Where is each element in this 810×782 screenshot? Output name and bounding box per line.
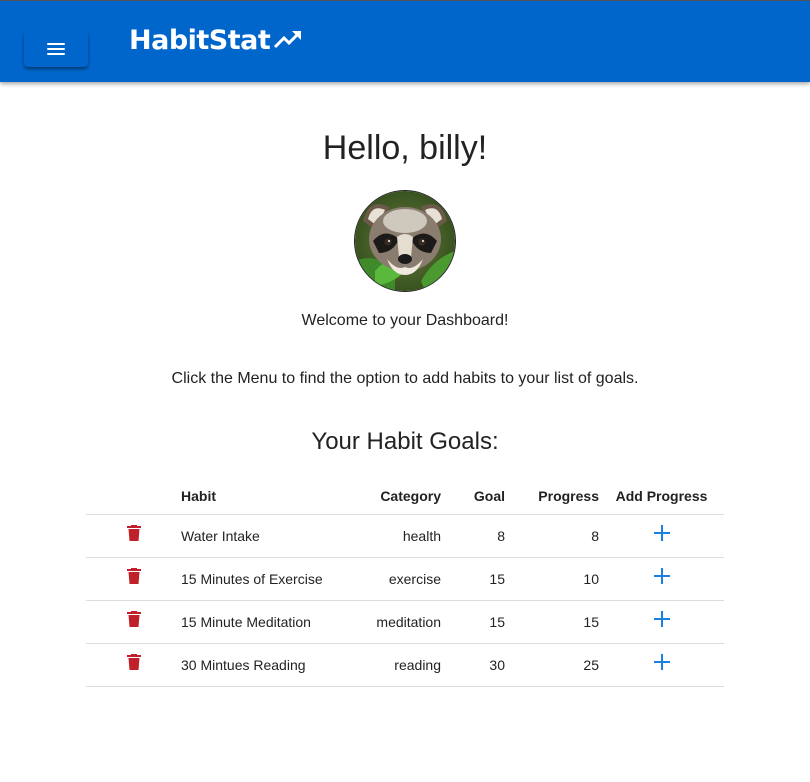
cell-goal: 30 <box>441 643 505 687</box>
welcome-text: Welcome to your Dashboard! <box>301 312 509 329</box>
cell-category: meditation <box>359 600 441 644</box>
table-row: 30 Mintues Reading reading 30 25 <box>86 643 724 687</box>
cell-goal: 8 <box>441 514 505 558</box>
trash-icon[interactable] <box>126 610 141 630</box>
cell-progress: 15 <box>505 600 599 644</box>
table-row: Water Intake health 8 8 <box>86 514 724 558</box>
menu-button[interactable] <box>24 31 88 67</box>
cell-progress: 25 <box>505 643 599 687</box>
cell-progress: 10 <box>505 557 599 601</box>
habit-goals-table: Habit Category Goal Progress Add Progres… <box>86 477 724 687</box>
plus-icon[interactable] <box>653 567 670 587</box>
header-habit: Habit <box>181 477 359 515</box>
cell-progress: 8 <box>505 514 599 558</box>
header-delete <box>86 477 181 515</box>
cell-category: reading <box>359 643 441 687</box>
brand-title: HabitStat <box>129 25 271 56</box>
trending-up-icon <box>274 30 302 48</box>
header-progress: Progress <box>505 477 599 515</box>
trash-icon[interactable] <box>126 567 141 587</box>
trash-icon[interactable] <box>126 524 141 544</box>
table-header-row: Habit Category Goal Progress Add Progres… <box>86 477 724 515</box>
plus-icon[interactable] <box>653 524 670 544</box>
cell-category: health <box>359 514 441 558</box>
avatar <box>354 190 456 292</box>
cell-goal: 15 <box>441 557 505 601</box>
cell-habit: 15 Minute Meditation <box>181 600 359 644</box>
cell-habit: 30 Mintues Reading <box>181 643 359 687</box>
cell-goal: 15 <box>441 600 505 644</box>
header-add-progress: Add Progress <box>599 477 724 515</box>
table-row: 15 Minutes of Exercise exercise 15 10 <box>86 557 724 601</box>
header-category: Category <box>359 477 441 515</box>
brand[interactable]: HabitStat <box>129 25 303 56</box>
app-bar: HabitStat <box>0 0 810 82</box>
habit-goals-heading: Your Habit Goals: <box>311 428 499 455</box>
table-row: 15 Minute Meditation meditation 15 15 <box>86 600 724 644</box>
header-goal: Goal <box>441 477 505 515</box>
cell-habit: Water Intake <box>181 514 359 558</box>
menu-icon <box>47 43 65 55</box>
cell-category: exercise <box>359 557 441 601</box>
cell-habit: 15 Minutes of Exercise <box>181 557 359 601</box>
instruction-text: Click the Menu to find the option to add… <box>171 370 639 387</box>
plus-icon[interactable] <box>653 653 670 673</box>
greeting-heading: Hello, billy! <box>322 129 488 167</box>
plus-icon[interactable] <box>653 610 670 630</box>
trash-icon[interactable] <box>126 653 141 673</box>
